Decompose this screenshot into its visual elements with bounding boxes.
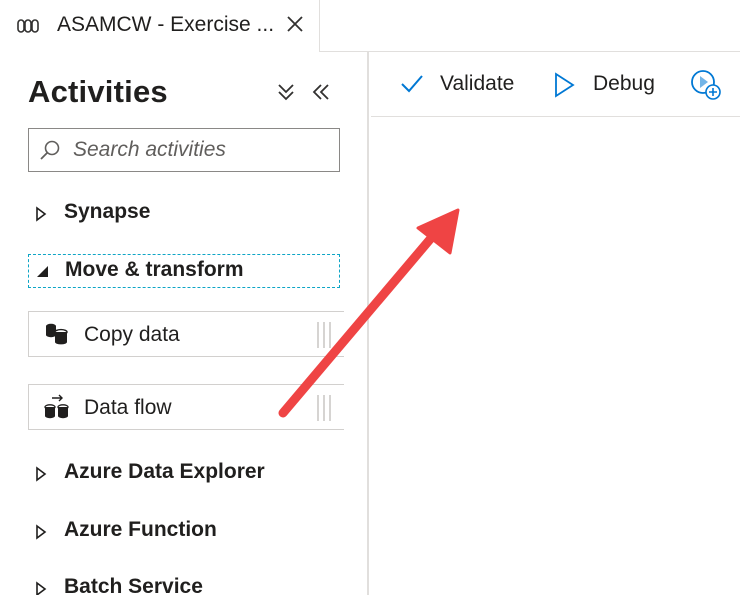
search-input[interactable]	[73, 135, 328, 165]
drag-handle-icon[interactable]	[315, 393, 337, 423]
play-icon	[555, 72, 575, 98]
category-label: Synapse	[64, 200, 151, 223]
category-label: Move & transform	[65, 258, 244, 281]
pipeline-canvas[interactable]	[371, 118, 740, 595]
category-azure-data-explorer[interactable]: Azure Data Explorer	[28, 457, 340, 491]
add-trigger-button[interactable]	[689, 52, 729, 117]
collapse-triangle-icon	[37, 266, 48, 277]
category-label: Azure Function	[64, 518, 217, 541]
pipeline-icon	[17, 19, 39, 33]
debug-button[interactable]: Debug	[552, 52, 672, 117]
data-flow-icon	[44, 394, 69, 419]
pipeline-toolbar: Validate Debug	[371, 52, 740, 117]
category-move-transform[interactable]: Move & transform	[28, 254, 340, 288]
validate-label: Validate	[440, 72, 515, 95]
expand-triangle-icon	[36, 581, 47, 595]
expand-triangle-icon	[36, 466, 47, 482]
activity-copy-data[interactable]: Copy data	[28, 311, 344, 357]
expand-triangle-icon	[36, 206, 47, 222]
search-box[interactable]	[28, 128, 340, 172]
checkmark-icon	[401, 75, 423, 93]
add-trigger-icon	[691, 70, 721, 100]
category-synapse[interactable]: Synapse	[28, 197, 340, 231]
tab-title: ASAMCW - Exercise ...	[57, 13, 275, 36]
category-label: Azure Data Explorer	[64, 460, 265, 483]
tab-strip: ASAMCW - Exercise ...	[0, 0, 740, 52]
validate-button[interactable]: Validate	[399, 52, 529, 117]
drag-handle-icon[interactable]	[315, 320, 337, 350]
activities-title: Activities	[28, 74, 168, 109]
category-azure-function[interactable]: Azure Function	[28, 515, 340, 549]
close-icon[interactable]	[284, 13, 306, 35]
activities-pane: Activities Synapse Move & transform	[0, 52, 369, 595]
double-chevron-down-icon[interactable]	[275, 80, 297, 104]
expand-triangle-icon	[36, 524, 47, 540]
double-chevron-left-icon[interactable]	[310, 80, 332, 104]
activity-label: Data flow	[84, 396, 172, 419]
tab-pipeline[interactable]: ASAMCW - Exercise ...	[0, 0, 320, 52]
activity-label: Copy data	[84, 323, 180, 346]
debug-label: Debug	[593, 72, 655, 95]
search-icon	[40, 140, 60, 160]
category-batch-service[interactable]: Batch Service	[28, 572, 340, 595]
category-label: Batch Service	[64, 575, 203, 595]
activity-data-flow[interactable]: Data flow	[28, 384, 344, 430]
copy-data-icon	[46, 323, 68, 345]
